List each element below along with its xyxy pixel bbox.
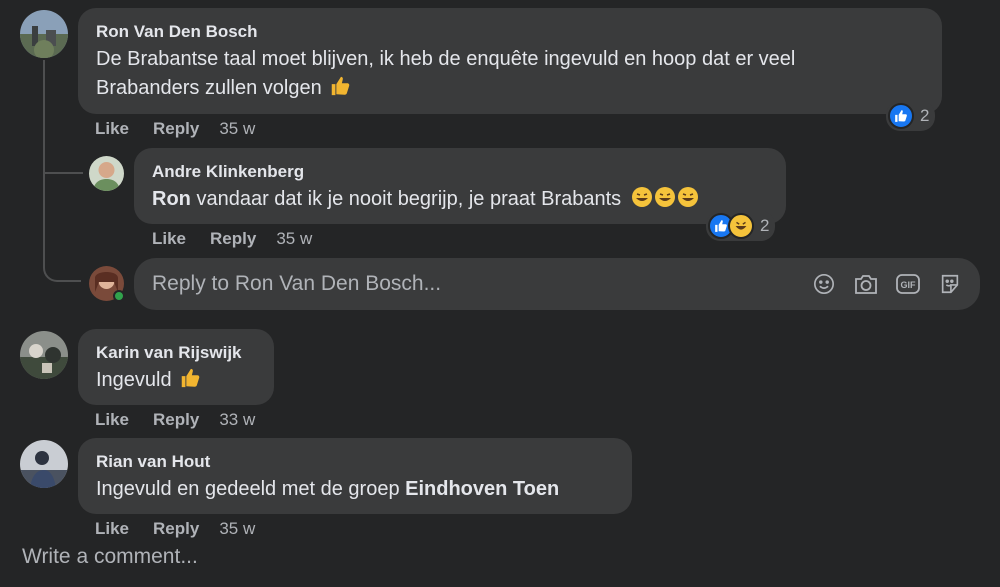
- comment-actions: Like Reply 35 w: [95, 118, 255, 140]
- avatar-ron[interactable]: [20, 10, 68, 58]
- comment-bubble: Rian van Hout Ingevuld en gedeeld met de…: [78, 438, 632, 514]
- comment-text-line: De Brabantse taal moet blijven, ik heb d…: [96, 48, 796, 70]
- mention-link[interactable]: Ron: [152, 188, 191, 210]
- reply-composer: GIF: [134, 258, 980, 310]
- comment-text-body: Ingevuld: [96, 369, 172, 391]
- camera-icon[interactable]: [854, 272, 878, 296]
- comment-bubble: Karin van Rijswijk Ingevuld: [78, 329, 274, 405]
- reply-input[interactable]: [152, 272, 812, 296]
- gif-icon[interactable]: GIF: [896, 272, 920, 296]
- reply-button[interactable]: Reply: [210, 228, 256, 250]
- thread-connector: [43, 230, 81, 282]
- group-mention-link[interactable]: Eindhoven Toen: [405, 478, 559, 500]
- like-button[interactable]: Like: [152, 228, 186, 250]
- online-status-dot: [113, 290, 125, 302]
- thumbs-up-emoji-icon: [179, 367, 201, 398]
- write-comment-input[interactable]: Write a comment...: [22, 545, 198, 569]
- comment-text: Ingevuld: [96, 366, 256, 398]
- emoji-icon[interactable]: [812, 272, 836, 296]
- avatar-rian[interactable]: [20, 440, 68, 488]
- comment-actions: Like Reply 35 w: [152, 228, 312, 250]
- reply-button[interactable]: Reply: [153, 409, 199, 431]
- sticker-icon[interactable]: [938, 272, 962, 296]
- comment-actions: Like Reply 35 w: [95, 518, 255, 540]
- reaction-count: 2: [920, 106, 930, 125]
- comment-text-line: Brabanders zullen volgen: [96, 74, 924, 106]
- like-reaction-icon: [888, 103, 914, 129]
- reply-bubble: Andre Klinkenberg Ron vandaar dat ik je …: [134, 148, 786, 224]
- reaction-count: 2: [760, 216, 770, 235]
- reaction-summary[interactable]: 2: [706, 211, 776, 241]
- thumbs-up-emoji-icon: [329, 75, 351, 106]
- timestamp[interactable]: 35 w: [219, 118, 255, 140]
- comment-text-body: Ingevuld en gedeeld met de groep: [96, 478, 406, 500]
- reaction-summary[interactable]: 2: [886, 101, 936, 131]
- reply-button[interactable]: Reply: [153, 518, 199, 540]
- timestamp[interactable]: 35 w: [219, 518, 255, 540]
- haha-reaction-icon: [728, 213, 754, 239]
- like-button[interactable]: Like: [95, 409, 129, 431]
- reply-button[interactable]: Reply: [153, 118, 199, 140]
- thread-line: [43, 60, 45, 230]
- like-button[interactable]: Like: [95, 518, 129, 540]
- timestamp[interactable]: 33 w: [219, 409, 255, 431]
- timestamp[interactable]: 35 w: [276, 228, 312, 250]
- thread-branch: [45, 172, 83, 174]
- avatar-karin[interactable]: [20, 331, 68, 379]
- comment-actions: Like Reply 33 w: [95, 409, 255, 431]
- comment-text: De Brabantse taal moet blijven, ik heb d…: [96, 45, 924, 106]
- comment-text-body: vandaar dat ik je nooit begrijp, je praa…: [190, 188, 622, 210]
- comment-text: Ingevuld en gedeeld met de groep Eindhov…: [96, 475, 614, 504]
- gif-label: GIF: [901, 280, 917, 290]
- composer-icons: GIF: [812, 272, 962, 296]
- rofl-emoji-icon: [631, 186, 699, 217]
- comment-text: Ron vandaar dat ik je nooit begrijp, je …: [152, 185, 768, 217]
- comment-bubble: Ron Van Den Bosch De Brabantse taal moet…: [78, 8, 942, 114]
- comment-author[interactable]: Ron Van Den Bosch: [96, 21, 924, 43]
- comments-section: Ron Van Den Bosch De Brabantse taal moet…: [0, 0, 1000, 587]
- like-button[interactable]: Like: [95, 118, 129, 140]
- comment-author[interactable]: Rian van Hout: [96, 451, 614, 473]
- avatar-andre[interactable]: [89, 156, 124, 191]
- comment-text-line-2: Brabanders zullen volgen: [96, 77, 322, 99]
- comment-author[interactable]: Karin van Rijswijk: [96, 342, 256, 364]
- comment-author[interactable]: Andre Klinkenberg: [152, 161, 768, 183]
